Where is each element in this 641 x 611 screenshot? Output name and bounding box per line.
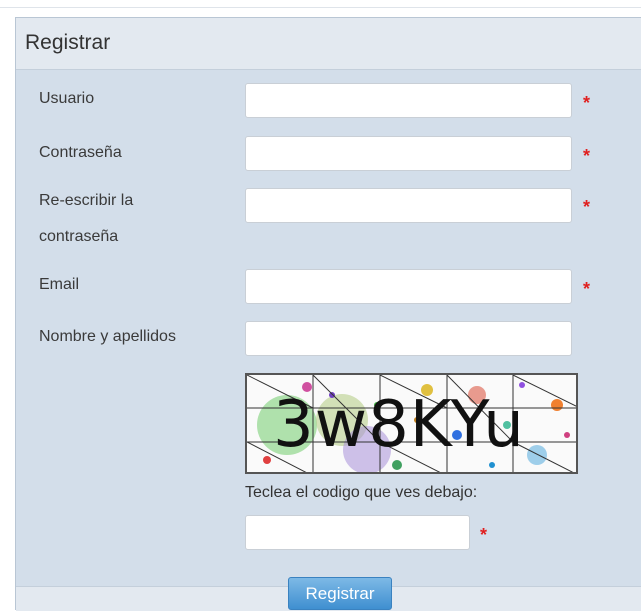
usuario-input[interactable]: [245, 83, 572, 118]
nombre-input[interactable]: [245, 321, 572, 356]
captcha-required-mark: *: [480, 525, 488, 545]
password-confirm-required-mark: *: [583, 197, 591, 217]
email-input[interactable]: [245, 269, 572, 304]
captcha-hint: Teclea el codigo que ves debajo:: [245, 484, 478, 501]
register-panel: Registrar Usuario * Contraseña * Re-escr…: [15, 17, 641, 611]
captcha-image: 3w8KYu: [245, 373, 578, 474]
password-label: Contraseña: [39, 144, 122, 161]
panel-header: Registrar: [16, 18, 641, 70]
password-confirm-input[interactable]: [245, 188, 572, 223]
password-input[interactable]: [245, 136, 572, 171]
usuario-label: Usuario: [39, 90, 95, 107]
password-confirm-label-line2: contraseña: [39, 228, 119, 245]
usuario-required-mark: *: [583, 93, 591, 113]
captcha-input[interactable]: [245, 515, 470, 550]
captcha-code: 3w8KYu: [273, 388, 525, 462]
email-label: Email: [39, 276, 80, 293]
email-required-mark: *: [583, 279, 591, 299]
register-button[interactable]: Registrar: [288, 577, 392, 610]
password-required-mark: *: [583, 146, 591, 166]
panel-title: Registrar: [25, 31, 111, 54]
password-confirm-label-line1: Re-escribir la: [39, 192, 134, 209]
top-divider: [0, 7, 641, 8]
nombre-label: Nombre y apellidos: [39, 328, 176, 345]
